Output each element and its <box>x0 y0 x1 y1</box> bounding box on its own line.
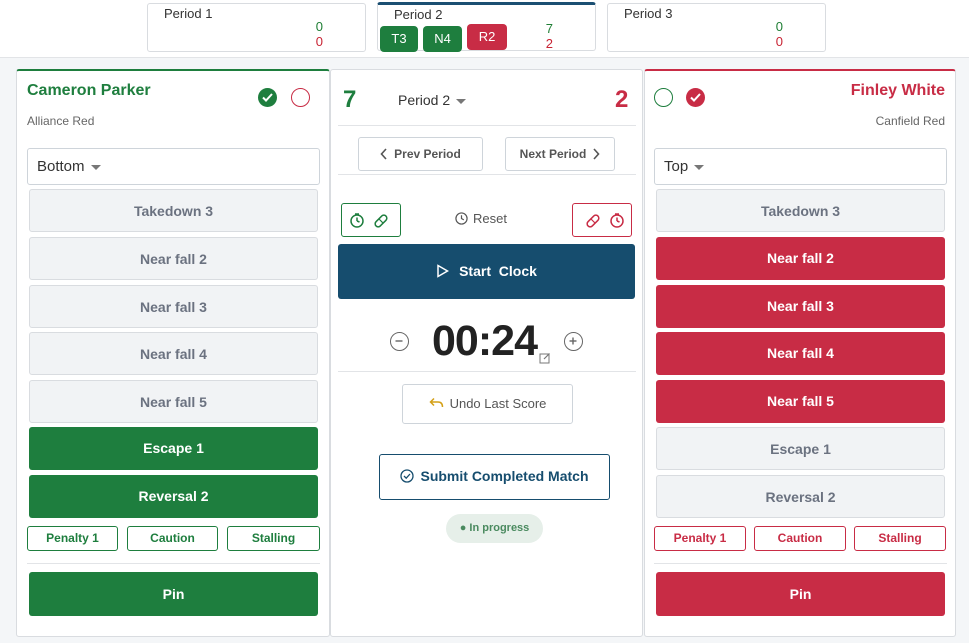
stalling-button[interactable]: Stalling <box>854 526 946 551</box>
pin-button[interactable]: Pin <box>29 572 318 616</box>
divider <box>27 563 320 564</box>
reset-label: Reset <box>473 211 507 226</box>
escape-1-button[interactable]: Escape 1 <box>29 427 318 470</box>
period-select[interactable]: Period 2 <box>398 92 467 108</box>
caution-button[interactable]: Caution <box>754 526 846 551</box>
play-icon <box>437 264 450 278</box>
status-badge: ● In progress <box>446 514 543 543</box>
penalty-button[interactable]: Penalty 1 <box>27 526 118 551</box>
period-bar: Period 1 0 0 Period 2 T3 N4 R2 7 2 Perio… <box>0 0 969 58</box>
period-name: Period 3 <box>624 6 673 21</box>
period-card-1[interactable]: Period 1 0 0 <box>147 3 366 52</box>
caret-down-icon <box>694 164 705 170</box>
penalty-button[interactable]: Penalty 1 <box>654 526 746 551</box>
timer-icon <box>350 213 364 228</box>
position-select[interactable]: Top <box>654 148 947 185</box>
start-clock-label: Start Clock <box>459 263 537 279</box>
prev-period-button[interactable]: Prev Period <box>358 137 483 171</box>
divider <box>338 174 636 175</box>
bandage-icon <box>586 214 600 228</box>
divider <box>338 125 636 126</box>
period-green-score: 7 <box>545 21 553 36</box>
period-name: Period 2 <box>394 7 443 22</box>
reset-button[interactable]: Reset <box>455 211 507 226</box>
edit-icon[interactable] <box>539 352 551 364</box>
timer-icon <box>610 213 624 228</box>
score-chip-takedown: T3 <box>380 26 418 52</box>
score-chip-reversal: R2 <box>467 24 507 50</box>
match-control-panel: 7 Period 2 2 Prev Period Next Period Res… <box>330 69 643 637</box>
red-total-score: 2 <box>615 86 629 113</box>
position-value: Bottom <box>37 158 85 175</box>
caret-down-icon <box>456 98 467 104</box>
submit-match-button[interactable]: Submit Completed Match <box>379 454 610 500</box>
start-clock-button[interactable]: Start Clock <box>338 244 635 299</box>
caution-button[interactable]: Caution <box>127 526 218 551</box>
period-red-score: 0 <box>315 34 323 49</box>
wrestler-name: Cameron Parker <box>27 82 151 99</box>
wrestler-team: Canfield Red <box>875 114 945 128</box>
pin-button[interactable]: Pin <box>656 572 945 616</box>
check-circle-icon[interactable] <box>686 88 705 107</box>
empty-circle-icon[interactable] <box>291 88 310 107</box>
position-select[interactable]: Bottom <box>27 148 320 185</box>
match-timer: 00:24 <box>432 317 538 365</box>
near-fall-4-button[interactable]: Near fall 4 <box>29 332 318 375</box>
red-bandage-timer-button[interactable] <box>572 203 632 237</box>
near-fall-5-button[interactable]: Near fall 5 <box>29 380 318 423</box>
wrestler-name: Finley White <box>850 82 945 99</box>
escape-1-button[interactable]: Escape 1 <box>656 427 945 470</box>
caret-down-icon <box>90 164 101 170</box>
near-fall-2-button[interactable]: Near fall 2 <box>656 237 945 280</box>
divider <box>654 563 947 564</box>
near-fall-2-button[interactable]: Near fall 2 <box>29 237 318 280</box>
period-name: Period 1 <box>164 6 213 21</box>
undo-label: Undo Last Score <box>449 396 547 411</box>
reversal-2-button[interactable]: Reversal 2 <box>656 475 945 518</box>
right-wrestler-panel: Finley White Canfield Red Top Takedown 3… <box>644 69 956 637</box>
score-chip-nearfall: N4 <box>423 26 462 52</box>
near-fall-4-button[interactable]: Near fall 4 <box>656 332 945 375</box>
near-fall-5-button[interactable]: Near fall 5 <box>656 380 945 423</box>
period-value: Period 2 <box>398 92 451 108</box>
period-red-score: 2 <box>545 36 553 51</box>
position-value: Top <box>664 158 689 175</box>
undo-arrow-icon <box>429 397 443 408</box>
divider <box>338 371 636 372</box>
takedown-3-button[interactable]: Takedown 3 <box>656 189 945 232</box>
prev-period-label: Prev Period <box>394 147 461 161</box>
check-circle-icon <box>400 469 415 483</box>
plus-circle-icon[interactable] <box>564 332 583 351</box>
next-period-button[interactable]: Next Period <box>505 137 615 171</box>
period-green-score: 0 <box>315 19 323 34</box>
empty-circle-icon[interactable] <box>654 88 673 107</box>
check-circle-icon[interactable] <box>258 88 277 107</box>
period-card-3[interactable]: Period 3 0 0 <box>607 3 826 52</box>
next-period-label: Next Period <box>519 147 587 161</box>
minus-circle-icon[interactable] <box>390 332 409 351</box>
clock-icon <box>455 212 468 225</box>
undo-last-score-button[interactable]: Undo Last Score <box>402 384 573 424</box>
bandage-icon <box>374 214 388 228</box>
period-red-score: 0 <box>775 34 783 49</box>
near-fall-3-button[interactable]: Near fall 3 <box>656 285 945 328</box>
stalling-button[interactable]: Stalling <box>227 526 320 551</box>
green-timer-bandage-button[interactable] <box>341 203 401 237</box>
takedown-3-button[interactable]: Takedown 3 <box>29 189 318 232</box>
green-total-score: 7 <box>343 86 357 113</box>
period-green-score: 0 <box>775 19 783 34</box>
chevron-right-icon <box>593 148 600 160</box>
period-card-2[interactable]: Period 2 T3 N4 R2 7 2 <box>377 2 596 52</box>
left-wrestler-panel: Cameron Parker Alliance Red Bottom Taked… <box>16 69 330 637</box>
reversal-2-button[interactable]: Reversal 2 <box>29 475 318 518</box>
near-fall-3-button[interactable]: Near fall 3 <box>29 285 318 328</box>
wrestler-team: Alliance Red <box>27 114 95 128</box>
chevron-left-icon <box>380 148 387 160</box>
submit-label: Submit Completed Match <box>420 468 589 484</box>
